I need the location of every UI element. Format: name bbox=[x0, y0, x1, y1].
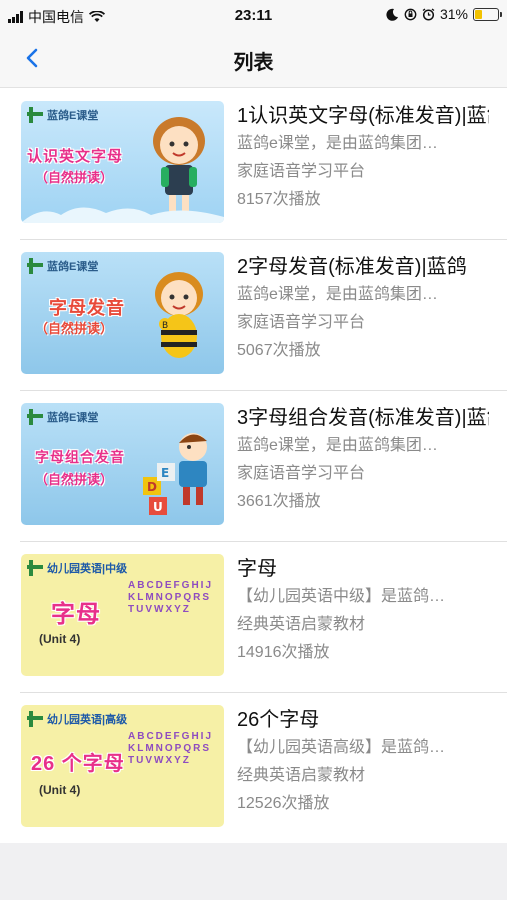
play-count: 8157次播放 bbox=[237, 191, 321, 208]
moon-icon bbox=[386, 8, 398, 21]
bee-girl-illustration: B bbox=[155, 272, 203, 358]
thumbnail-image: 幼儿园英语|中级 字母 (Unit 4) ABCDEFGHIJKLMNOPQRS… bbox=[21, 554, 224, 676]
item-source: 经典英语启蒙教材 bbox=[237, 767, 366, 784]
status-right: 31% bbox=[386, 6, 502, 22]
list-item[interactable]: 幼儿园英语|高级 26 个字母 (Unit 4) ABCDEFGHIJKLMNO… bbox=[0, 692, 507, 843]
play-count: 12526次播放 bbox=[237, 795, 330, 812]
item-description: 蓝鸽e课堂，是由蓝鸽集团… bbox=[237, 437, 438, 454]
thumb-brand: 蓝鸽E课堂 bbox=[27, 258, 98, 274]
thumbnail-image: 蓝鸽E课堂 字母组合发音 （自然拼读） D U E bbox=[21, 403, 224, 525]
item-title: 字母 bbox=[237, 558, 277, 580]
thumb-title: 26 个字母 bbox=[31, 753, 125, 775]
item-title: 3字母组合发音(标准发音)|蓝鸽 bbox=[237, 407, 489, 429]
list-item[interactable]: 幼儿园英语|中级 字母 (Unit 4) ABCDEFGHIJKLMNOPQRS… bbox=[0, 541, 507, 692]
orientation-lock-icon bbox=[404, 8, 417, 20]
course-list: 蓝鸽E课堂 认识英文字母 （自然拼读） 1认识英文字母(标准发音)|蓝鸽 蓝鸽e… bbox=[0, 88, 507, 843]
item-description: 蓝鸽e课堂，是由蓝鸽集团… bbox=[237, 135, 438, 152]
item-source: 经典英语启蒙教材 bbox=[237, 616, 366, 633]
item-info: 字母 【幼儿园英语中级】是蓝鸽… 经典英语启蒙教材 14916次播放 bbox=[237, 555, 489, 667]
play-count: 3661次播放 bbox=[237, 493, 321, 510]
boy-blocks-illustration: D U E bbox=[143, 433, 207, 515]
item-source: 家庭语音学习平台 bbox=[237, 465, 366, 482]
thumb-brand: 幼儿园英语|中级 bbox=[27, 560, 127, 576]
brand-logo-icon bbox=[27, 107, 43, 123]
alphabet-letters: ABCDEFGHIJKLMNOPQRSTUVWXYZ bbox=[128, 731, 214, 766]
item-info: 1认识英文字母(标准发音)|蓝鸽 蓝鸽e课堂，是由蓝鸽集团… 家庭语音学习平台 … bbox=[237, 102, 489, 214]
svg-text:B: B bbox=[162, 321, 168, 331]
list-item[interactable]: 蓝鸽E课堂 字母发音 （自然拼读） B 2字母发音(标准发音)|蓝鸽 蓝鸽e课堂… bbox=[0, 239, 507, 390]
alphabet-letters: ABCDEFGHIJKLMNOPQRSTUVWXYZ bbox=[128, 580, 214, 615]
thumb-brand: 蓝鸽E课堂 bbox=[27, 409, 98, 425]
thumb-subtitle: （自然拼读） bbox=[35, 472, 114, 487]
thumbnail-image: 蓝鸽E课堂 字母发音 （自然拼读） B bbox=[21, 252, 224, 374]
item-source: 家庭语音学习平台 bbox=[237, 314, 366, 331]
cloud-decoration bbox=[21, 207, 224, 223]
item-title: 1认识英文字母(标准发音)|蓝鸽 bbox=[237, 105, 489, 127]
brand-logo-icon bbox=[27, 258, 43, 274]
brand-logo-icon bbox=[27, 409, 43, 425]
item-description: 蓝鸽e课堂，是由蓝鸽集团… bbox=[237, 286, 438, 303]
thumb-title: 字母 bbox=[51, 601, 101, 628]
item-info: 3字母组合发音(标准发音)|蓝鸽 蓝鸽e课堂，是由蓝鸽集团… 家庭语音学习平台 … bbox=[237, 404, 489, 516]
item-info: 26个字母 【幼儿园英语高级】是蓝鸽… 经典英语启蒙教材 12526次播放 bbox=[237, 706, 489, 818]
svg-text:U: U bbox=[153, 500, 163, 514]
thumbnail-image: 幼儿园英语|高级 26 个字母 (Unit 4) ABCDEFGHIJKLMNO… bbox=[21, 705, 224, 827]
svg-text:E: E bbox=[161, 466, 169, 480]
thumb-title: 字母发音 bbox=[49, 298, 125, 318]
item-description: 【幼儿园英语高级】是蓝鸽… bbox=[237, 739, 446, 756]
navigation-bar: 列表 bbox=[0, 32, 507, 88]
list-item[interactable]: 蓝鸽E课堂 认识英文字母 （自然拼读） 1认识英文字母(标准发音)|蓝鸽 蓝鸽e… bbox=[0, 88, 507, 239]
item-info: 2字母发音(标准发音)|蓝鸽 蓝鸽e课堂，是由蓝鸽集团… 家庭语音学习平台 50… bbox=[237, 253, 489, 365]
svg-text:D: D bbox=[147, 480, 157, 494]
thumb-subtitle: （自然拼读） bbox=[35, 321, 114, 336]
battery-icon bbox=[473, 7, 502, 21]
item-source: 家庭语音学习平台 bbox=[237, 163, 366, 180]
thumb-brand: 幼儿园英语|高级 bbox=[27, 711, 127, 727]
alarm-icon bbox=[422, 7, 435, 21]
thumb-subtitle: (Unit 4) bbox=[39, 632, 81, 646]
thumb-title: 字母组合发音 bbox=[35, 449, 125, 465]
thumb-title: 认识英文字母 bbox=[27, 148, 124, 165]
item-description: 【幼儿园英语中级】是蓝鸽… bbox=[237, 588, 446, 605]
item-title: 26个字母 bbox=[237, 709, 320, 731]
thumb-subtitle: (Unit 4) bbox=[39, 783, 81, 797]
item-title: 2字母发音(标准发音)|蓝鸽 bbox=[237, 256, 467, 278]
brand-logo-icon bbox=[27, 711, 43, 727]
status-bar: 中国电信 23:11 31% bbox=[0, 0, 507, 32]
thumb-subtitle: （自然拼读） bbox=[35, 170, 114, 185]
thumbnail-image: 蓝鸽E课堂 认识英文字母 （自然拼读） bbox=[21, 101, 224, 223]
brand-logo-icon bbox=[27, 560, 43, 576]
list-item[interactable]: 蓝鸽E课堂 字母组合发音 （自然拼读） D U E 3字母组合发音(标准发音)|… bbox=[0, 390, 507, 541]
battery-percent: 31% bbox=[439, 6, 468, 22]
play-count: 5067次播放 bbox=[237, 342, 321, 359]
thumb-brand: 蓝鸽E课堂 bbox=[27, 107, 98, 123]
play-count: 14916次播放 bbox=[237, 644, 330, 661]
page-title: 列表 bbox=[233, 52, 274, 74]
